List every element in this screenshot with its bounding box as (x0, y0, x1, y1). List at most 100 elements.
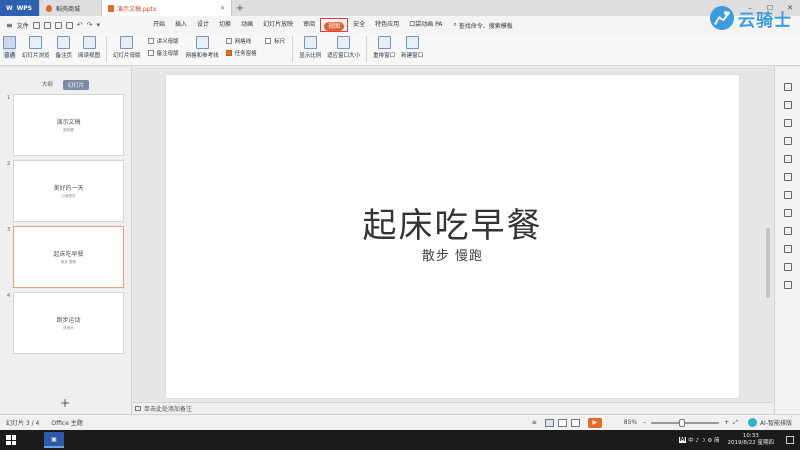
menu-tab[interactable]: 插入 (170, 18, 192, 32)
preview-icon[interactable] (65, 21, 73, 29)
menu-tab[interactable]: 设计 (192, 18, 214, 32)
undo-icon[interactable]: ↶ (77, 21, 83, 29)
arrange-window-button[interactable]: 重排窗口 (373, 36, 395, 59)
new-tab-button[interactable]: + (232, 0, 248, 16)
grid-icon (195, 36, 209, 49)
more-tool-icon[interactable] (783, 281, 792, 289)
menu-tab[interactable]: 安全 (348, 18, 370, 32)
fit-window-button[interactable]: 适应窗口大小 (327, 36, 360, 59)
taskbar-wps-app[interactable]: ▣ (44, 432, 64, 448)
fill-tool-icon[interactable] (783, 137, 792, 145)
tab-wps-home[interactable]: W WPS (0, 0, 40, 16)
menu-bar: ≡ 文件 ↶ ↷ ▾ 开始 插入 设计 切换 动画 幻灯片放映 审阅 视图 安全 特色应用 口袋动画… (0, 16, 800, 34)
normal-view-status-icon[interactable] (544, 418, 554, 427)
slide-title[interactable]: 起床吃早餐 (166, 198, 739, 247)
image-tool-icon[interactable] (783, 209, 792, 217)
add-slide-button[interactable]: + (60, 396, 70, 410)
print-icon[interactable] (54, 21, 62, 29)
slide-thumbnail[interactable]: 美好的一天 心情很好 (13, 160, 124, 222)
notes-page-button[interactable]: 备注页 (55, 36, 73, 59)
notes-area[interactable]: 单击此处添加备注 (133, 402, 773, 414)
menu-tab[interactable]: 口袋动画 PA (404, 18, 447, 32)
search-command[interactable]: ⌕ 查找命令、搜索模板 (453, 21, 512, 30)
task-pane-checkbox[interactable] (225, 50, 232, 56)
notification-icon[interactable] (786, 436, 794, 444)
reading-view-button[interactable]: 阅读视图 (78, 36, 100, 59)
normal-view-button[interactable]: 普通 (3, 36, 16, 59)
windows-taskbar: ▣ M 中 ♪ ☽ ⚙ 简 10:33 2019/8/22 星期四 (0, 430, 800, 450)
slide-thumbnail[interactable]: 演示文稿 副标题 (13, 94, 124, 156)
tab-outline[interactable]: 大纲 (42, 80, 53, 90)
play-slideshow-button[interactable]: ▶ (587, 417, 602, 428)
notes-toggle-icon[interactable]: ≡ (532, 419, 537, 426)
zoom-out-icon[interactable]: – (643, 419, 646, 426)
shape-tool-icon[interactable] (783, 101, 792, 109)
master-options: 讲义母版 备注母版 (147, 36, 179, 57)
slide-thumbnail[interactable]: 起床吃早餐 散步 慢跑 (13, 226, 124, 288)
tab-docer-store[interactable]: 稻壳商城 (40, 0, 102, 16)
slide-number: 3 (7, 227, 11, 233)
tab-document[interactable]: 演示文稿.pptx ✕ (102, 0, 232, 16)
windows-start-icon[interactable] (6, 435, 16, 445)
zoom-percent[interactable]: 85% (624, 419, 637, 426)
layout-tool-icon[interactable] (783, 119, 792, 127)
menu-tab[interactable]: 切换 (214, 18, 236, 32)
ruler-checkbox[interactable] (265, 38, 272, 44)
menu-tabs: 开始 插入 设计 切换 动画 幻灯片放映 审阅 视图 安全 特色应用 口袋动画 PA (148, 18, 447, 32)
customize-dropdown-icon[interactable]: ▾ (96, 21, 100, 29)
slide-counter: 幻灯片 3 / 4 (6, 420, 40, 427)
handout-master-button[interactable]: 讲义母版 (147, 37, 179, 45)
share-tool-icon[interactable] (783, 227, 792, 235)
sliders-tool-icon[interactable] (783, 191, 792, 199)
slide-sorter-button[interactable]: 幻灯片浏览 (22, 36, 50, 59)
file-menu[interactable]: 文件 (17, 21, 29, 30)
menu-tab[interactable]: 审阅 (298, 18, 320, 32)
menu-tab[interactable]: 幻灯片放映 (258, 18, 298, 32)
close-tab-icon[interactable]: ✕ (220, 5, 225, 12)
zoom-slider-handle[interactable] (679, 418, 685, 427)
select-tool-icon[interactable] (783, 83, 792, 91)
current-slide[interactable]: 起床吃早餐 散步 慢跑 (166, 75, 739, 398)
ai-layout-button[interactable]: AI-智能排版 (747, 418, 792, 427)
transition-tool-icon[interactable] (783, 173, 792, 181)
help-tool-icon[interactable] (783, 263, 792, 271)
button-label: 网格和参考线 (185, 53, 219, 59)
system-tray[interactable]: M 中 ♪ ☽ ⚙ 简 (678, 436, 720, 444)
reading-view-status-icon[interactable] (570, 418, 580, 427)
menu-tab[interactable]: 动画 (236, 18, 258, 32)
backup-tool-icon[interactable] (783, 245, 792, 253)
new-window-button[interactable]: 新建窗口 (401, 36, 423, 59)
open-icon[interactable] (43, 21, 51, 29)
tab-slides[interactable]: 幻灯片 (62, 80, 90, 90)
button-label: 适应窗口大小 (327, 53, 361, 59)
gridlines-checkbox[interactable] (225, 38, 232, 44)
search-icon: ⌕ (453, 21, 457, 28)
vertical-scrollbar[interactable] (766, 228, 770, 298)
sorter-view-status-icon[interactable] (557, 418, 567, 427)
menu-tab[interactable]: 开始 (148, 18, 170, 32)
slide-master-button[interactable]: 幻灯片母版 (113, 36, 141, 59)
clock[interactable]: 10:33 2019/8/22 星期四 (728, 433, 774, 447)
save-icon[interactable] (32, 21, 40, 29)
slide-thumbnail[interactable]: 跑步运动 听音乐 (13, 292, 124, 354)
button-label: 备注页 (55, 53, 73, 59)
ribbon-separator (292, 36, 294, 62)
slide-thumbnail-panel: 大纲 幻灯片 1 演示文稿 副标题 2 美好的一天 心情很好 3 起床吃早餐 散步 慢跑 4 跑步运… (0, 67, 132, 414)
zoom-in-icon[interactable]: + (724, 419, 729, 426)
thumbnail-subtitle: 心情很好 (61, 194, 76, 198)
hamburger-menu-icon[interactable]: ≡ (6, 21, 13, 30)
menu-tab[interactable]: 特色应用 (370, 18, 404, 32)
animation-tool-icon[interactable] (783, 155, 792, 163)
slide-master-icon (120, 36, 134, 49)
ai-label: AI-智能排版 (759, 420, 792, 427)
zoom-slider[interactable] (651, 418, 720, 427)
button-label: 备注母版 (156, 51, 179, 57)
redo-icon[interactable]: ↷ (87, 21, 93, 29)
zoom-button[interactable]: 显示比例 (299, 36, 321, 59)
grid-guides-button[interactable]: 网格和参考线 (186, 36, 219, 59)
notes-master-button[interactable]: 备注母版 (147, 49, 179, 57)
tab-label: 演示文稿.pptx (117, 5, 157, 13)
slide-subtitle[interactable]: 散步 慢跑 (166, 245, 739, 264)
menu-tab[interactable]: 视图 (320, 18, 349, 32)
fit-slide-icon[interactable]: ⤢ (733, 419, 738, 427)
